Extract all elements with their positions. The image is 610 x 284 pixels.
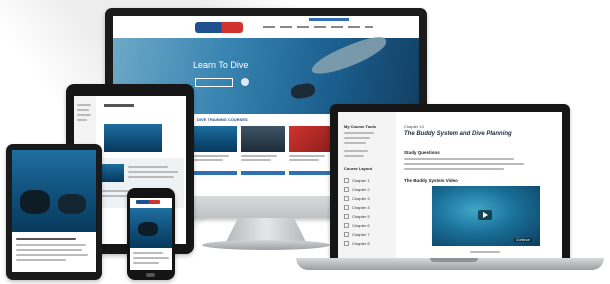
badge-icon bbox=[241, 78, 249, 86]
course-card[interactable] bbox=[241, 126, 285, 176]
tablet-video[interactable] bbox=[104, 124, 162, 152]
chapter-title: The Buddy System and Dive Planning bbox=[404, 131, 512, 137]
chapter-item[interactable]: Chapter 6 bbox=[344, 221, 392, 230]
checkbox-icon[interactable] bbox=[344, 187, 349, 192]
checkbox-icon[interactable] bbox=[344, 178, 349, 183]
chapter-item[interactable]: Chapter 1 bbox=[344, 176, 392, 185]
checkbox-icon[interactable] bbox=[344, 232, 349, 237]
course-card[interactable] bbox=[193, 126, 237, 176]
tablet-small-hero bbox=[12, 150, 96, 232]
hero-title: Learn To Dive bbox=[193, 60, 249, 70]
checkbox-icon[interactable] bbox=[344, 241, 349, 246]
chapter-item[interactable]: Chapter 3 bbox=[344, 194, 392, 203]
laptop-screen: My Course Tools Course Layout Chapter 1 … bbox=[338, 112, 562, 258]
tablet-small-screen bbox=[12, 150, 96, 272]
checkbox-icon[interactable] bbox=[344, 223, 349, 228]
site-logo[interactable] bbox=[195, 22, 243, 33]
course-card[interactable] bbox=[289, 126, 333, 176]
monitor-stand bbox=[226, 218, 306, 242]
chapter-item[interactable]: Chapter 5 bbox=[344, 212, 392, 221]
shark-image bbox=[308, 31, 390, 81]
video-control-button[interactable]: Continue bbox=[514, 238, 533, 242]
monitor-base bbox=[202, 240, 330, 250]
phone-home-button[interactable] bbox=[146, 273, 155, 277]
study-questions-heading: Study Questions bbox=[404, 150, 440, 155]
checkbox-icon[interactable] bbox=[344, 205, 349, 210]
play-icon[interactable] bbox=[478, 210, 492, 220]
chapter-item[interactable]: Chapter 2 bbox=[344, 185, 392, 194]
sidebar-heading: My Course Tools bbox=[344, 124, 376, 129]
chapter-item[interactable]: Chapter 4 bbox=[344, 203, 392, 212]
nav-menu[interactable] bbox=[263, 26, 373, 28]
phone-hero bbox=[130, 208, 172, 248]
chapter-item[interactable]: Chapter 8 bbox=[344, 239, 392, 248]
chapter-item[interactable]: Chapter 7 bbox=[344, 230, 392, 239]
tablet-page-title bbox=[104, 104, 134, 107]
chapter-label: Chapter 14 bbox=[404, 124, 424, 129]
laptop-notch bbox=[430, 258, 478, 262]
diver-image bbox=[289, 82, 317, 100]
video-heading: The Buddy System Video bbox=[404, 178, 458, 183]
desktop-nav bbox=[113, 16, 419, 38]
phone-screen bbox=[130, 198, 172, 270]
checkbox-icon[interactable] bbox=[344, 214, 349, 219]
chapter-list: Chapter 1 Chapter 2 Chapter 3 Chapter 4 … bbox=[344, 176, 392, 248]
course-layout-heading: Course Layout bbox=[344, 166, 373, 171]
diver-image bbox=[58, 194, 86, 214]
video-player[interactable]: Continue bbox=[432, 186, 540, 246]
course-sidebar: My Course Tools Course Layout Chapter 1 … bbox=[338, 112, 396, 258]
checkbox-icon[interactable] bbox=[344, 196, 349, 201]
hero-cta-button[interactable] bbox=[195, 78, 233, 87]
courses-heading: DIVE TRAINING COURSES bbox=[197, 117, 248, 122]
diver-image bbox=[20, 190, 50, 214]
top-link-bar[interactable] bbox=[309, 18, 349, 21]
